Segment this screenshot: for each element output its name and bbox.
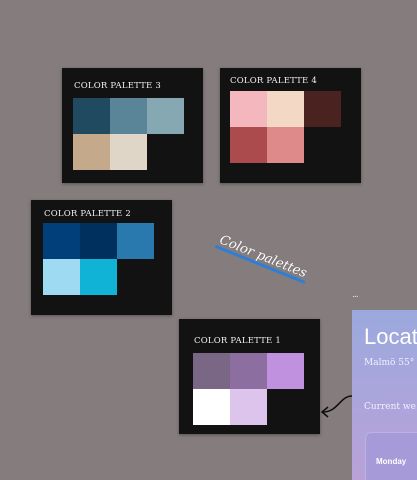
swatch[interactable] bbox=[73, 134, 110, 170]
swatch[interactable] bbox=[267, 91, 304, 127]
swatch[interactable] bbox=[110, 98, 147, 134]
swatch[interactable] bbox=[80, 259, 117, 295]
day-label: Monday bbox=[376, 457, 407, 466]
color-palette-3-card[interactable]: COLOR PALETTE 3 bbox=[62, 68, 203, 183]
swatch[interactable] bbox=[230, 353, 267, 389]
swatch[interactable] bbox=[304, 91, 341, 127]
swatch[interactable] bbox=[43, 223, 80, 259]
swatch[interactable] bbox=[193, 353, 230, 389]
swatch[interactable] bbox=[267, 127, 304, 163]
color-palette-4-card[interactable]: COLOR PALETTE 4 bbox=[220, 68, 361, 183]
widget-title: Locat bbox=[364, 324, 417, 349]
location-subtitle: Malmö 55° bbox=[364, 358, 415, 368]
swatch[interactable] bbox=[230, 91, 267, 127]
swatch[interactable] bbox=[80, 223, 117, 259]
palette-title: COLOR PALETTE 3 bbox=[74, 81, 161, 91]
weather-widget[interactable]: Locat Malmö 55° Current we Monday bbox=[352, 310, 417, 480]
swatch[interactable] bbox=[43, 259, 80, 295]
curved-arrow-icon bbox=[320, 395, 353, 418]
swatch[interactable] bbox=[230, 389, 267, 425]
palette-title: COLOR PALETTE 1 bbox=[194, 336, 281, 346]
swatch[interactable] bbox=[110, 134, 147, 170]
swatch[interactable] bbox=[147, 98, 184, 134]
swatch[interactable] bbox=[117, 223, 154, 259]
annotation-text: Color palettes bbox=[217, 232, 309, 282]
swatch[interactable] bbox=[73, 98, 110, 134]
palette-title: COLOR PALETTE 4 bbox=[230, 76, 317, 86]
current-weather-label: Current we bbox=[364, 402, 416, 412]
color-palette-2-card[interactable]: COLOR PALETTE 2 bbox=[31, 200, 172, 315]
palette-title: COLOR PALETTE 2 bbox=[44, 209, 131, 219]
color-palettes-annotation: Color palettes bbox=[214, 232, 309, 284]
swatch[interactable] bbox=[267, 353, 304, 389]
day-forecast-card[interactable]: Monday bbox=[365, 432, 417, 480]
swatch[interactable] bbox=[230, 127, 267, 163]
color-palette-1-card[interactable]: COLOR PALETTE 1 bbox=[179, 319, 320, 434]
swatch[interactable] bbox=[193, 389, 230, 425]
more-options-icon[interactable]: ... bbox=[352, 290, 359, 300]
